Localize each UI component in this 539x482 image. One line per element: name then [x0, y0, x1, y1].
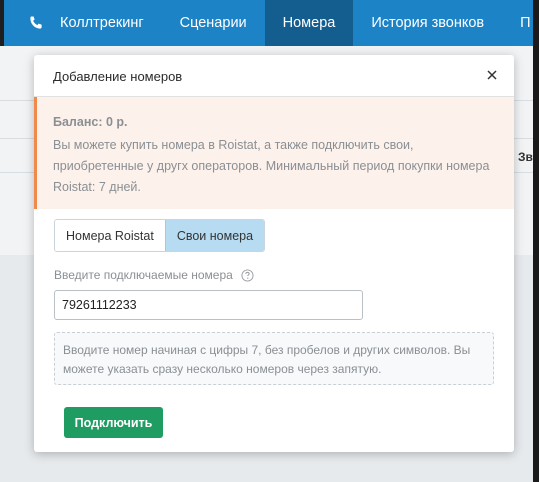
number-source-tabs: Номера Roistat Свои номера [54, 219, 266, 252]
tab-own-numbers[interactable]: Свои номера [164, 220, 265, 251]
nav-item-scenarios[interactable]: Сценарии [162, 0, 265, 46]
modal-title: Добавление номеров [53, 69, 183, 84]
nav-item-numbers[interactable]: Номера [264, 0, 354, 46]
close-icon[interactable] [484, 67, 500, 83]
connect-button[interactable]: Подключить [64, 407, 163, 438]
balance-text: Баланс: 0 р. [53, 115, 128, 129]
top-navigation: Коллтрекинг Сценарии Номера История звон… [0, 0, 539, 46]
phone-numbers-input[interactable] [54, 290, 363, 320]
alert-message: Вы можете купить номера в Roistat, а так… [53, 138, 490, 194]
window-edge [533, 0, 539, 482]
input-hint: Вводите номер начиная с цифры 7, без про… [54, 332, 494, 385]
numbers-field-label-text: Введите подключаемые номера [54, 268, 233, 282]
tab-roistat-numbers[interactable]: Номера Roistat [55, 220, 165, 251]
numbers-field-label: Введите подключаемые номера [54, 268, 254, 282]
phone-icon [30, 16, 42, 29]
add-numbers-modal: Добавление номеров Баланс: 0 р. Вы может… [34, 55, 514, 452]
question-icon[interactable] [241, 268, 254, 282]
balance-alert: Баланс: 0 р. Вы можете купить номера в R… [34, 97, 514, 209]
nav-item-call-history[interactable]: История звонков [353, 0, 502, 46]
